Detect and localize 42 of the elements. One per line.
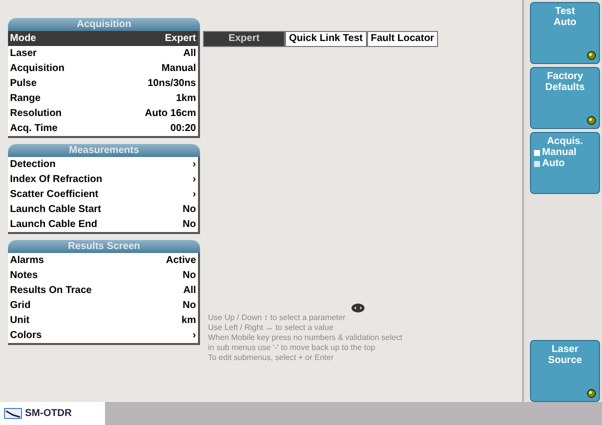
section-header: Results Screen [8, 240, 200, 253]
button-label: Defaults [545, 82, 585, 93]
settings-row[interactable]: Index Of Refraction › [8, 172, 198, 187]
trace-icon [4, 408, 22, 419]
option-tab[interactable]: Quick Link Test [285, 31, 367, 47]
help-text: To edit submenus, select + or Enter [208, 353, 334, 363]
help-text: in sub menus use '-' to move back up to the top [208, 343, 376, 353]
settings-row[interactable]: Pulse 10ns/30ns [8, 76, 198, 91]
option-tab[interactable]: Expert [203, 31, 285, 47]
settings-row[interactable]: Detection › [8, 157, 198, 172]
settings-row[interactable]: Unit km [8, 313, 198, 328]
settings-row[interactable]: Results On Trace All [8, 283, 198, 298]
button-label: Source [548, 355, 582, 366]
settings-row[interactable]: Grid No [8, 298, 198, 313]
option-tab[interactable]: Fault Locator [366, 31, 438, 47]
settings-row[interactable]: Alarms Active [8, 253, 198, 268]
button-label: Auto [554, 17, 576, 28]
settings-row[interactable]: Laser All [8, 46, 198, 61]
settings-row[interactable]: Launch Cable End No [8, 217, 198, 232]
status-tab[interactable]: SM-OTDR [0, 402, 105, 425]
section-header: Measurements [8, 144, 200, 157]
button-label: Factory [546, 71, 584, 82]
settings-row[interactable]: Acquisition Manual [8, 61, 198, 76]
help-text: Use Up / Down ↕ to select a parameter [208, 313, 346, 323]
help-text: When Mobile key press no numbers & validation select [208, 333, 402, 343]
settings-row[interactable]: Colors › [8, 328, 198, 343]
button-label: Laser [552, 344, 578, 355]
settings-row[interactable]: Launch Cable Start No [8, 202, 198, 217]
section-header: Acquisition [8, 18, 200, 31]
led-icon [587, 389, 596, 398]
settings-row[interactable]: Mode Expert [8, 31, 198, 46]
settings-row[interactable]: Acq. Time 00:20 [8, 121, 198, 136]
button-label: Test [555, 6, 575, 17]
button-label: Acquis. [546, 136, 584, 147]
settings-row[interactable]: Notes No [8, 268, 198, 283]
navigation-pad-icon [351, 303, 365, 313]
led-icon [587, 51, 596, 60]
help-text: Use Left / Right ↔ to select a value [208, 323, 334, 333]
led-icon [587, 116, 596, 125]
settings-row[interactable]: Scatter Coefficient › [8, 187, 198, 202]
settings-row[interactable]: Resolution Auto 16cm [8, 106, 198, 121]
settings-row[interactable]: Range 1km [8, 91, 198, 106]
